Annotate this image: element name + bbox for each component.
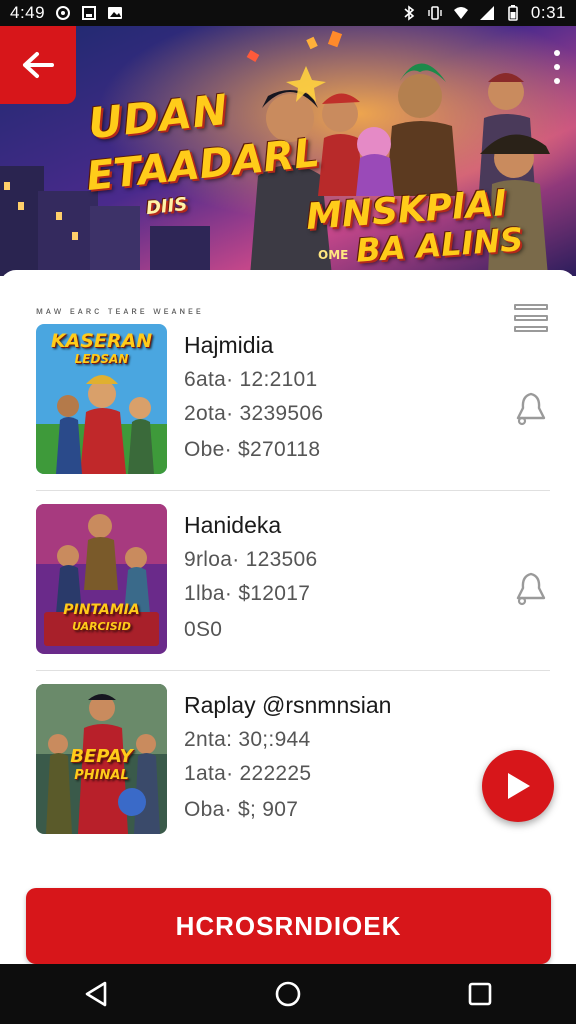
thumbnail-title-bottom: LEDSAN	[74, 352, 129, 366]
image-icon	[108, 7, 123, 19]
list-item[interactable]: PINTAMIA UARCISID Hanideka 9rloa· 123506…	[36, 504, 550, 684]
settings-icon	[56, 6, 71, 20]
battery-icon	[508, 5, 518, 21]
screen: 4:49 0:31 UDAN ETAADARL DIIS MNSKPIAI BA…	[0, 0, 576, 1024]
status-time: 4:49	[10, 3, 46, 22]
download-icon	[82, 6, 97, 20]
primary-action-button[interactable]: HCROSRNDIOEK	[26, 888, 551, 964]
content-sheet: ᴍᴀᴡ ᴇᴀʀᴄ ᴛᴇᴀʀᴇ ᴡᴇᴀɴᴇᴇ KASERAN LEDSAN Haj…	[0, 270, 576, 970]
bell-icon[interactable]	[514, 570, 548, 606]
thumbnail-title-top: BEPAY	[70, 746, 133, 767]
thumbnail-title-top: PINTAMIA	[63, 602, 140, 618]
item-stat-1: 2nta: 30;:944	[184, 728, 311, 751]
system-nav-bar	[0, 964, 576, 1024]
status-bar: 4:49 0:31	[0, 0, 576, 26]
item-title: Hanideka	[184, 512, 282, 538]
divider	[36, 670, 550, 671]
bell-icon[interactable]	[514, 390, 548, 426]
nav-home-button[interactable]	[268, 974, 308, 1014]
item-stat-3: 0S0	[184, 618, 223, 641]
thumbnail-title-top: KASERAN	[50, 330, 153, 352]
item-stat-2: 1lba· $12017	[184, 582, 311, 605]
vibrate-icon	[428, 6, 442, 20]
signal-icon	[479, 6, 494, 20]
hero-small-text: OME	[318, 248, 349, 262]
status-left: 4:49	[10, 3, 123, 23]
item-stat-2: 1ata· 222225	[184, 762, 312, 785]
nav-recents-button[interactable]	[460, 974, 500, 1014]
list-item[interactable]: KASERAN LEDSAN Hajmidia 6ata· 12:2101 2o…	[36, 324, 550, 504]
dot-icon	[554, 64, 560, 70]
dot-icon	[554, 50, 560, 56]
wifi-icon	[453, 7, 468, 19]
list-view-bar	[514, 304, 548, 310]
item-stat-3: Oba· $; 907	[184, 798, 299, 821]
game-thumbnail: PINTAMIA UARCISID	[36, 504, 167, 654]
list-view-bar	[514, 315, 548, 321]
game-thumbnail: BEPAY PHINAL	[36, 684, 167, 834]
back-button[interactable]	[0, 26, 76, 104]
item-title: Hajmidia	[184, 332, 274, 358]
item-stat-3: Obe· $270118	[184, 438, 321, 461]
list-item[interactable]: BEPAY PHINAL Raplay @rsnmnsian 2nta: 30;…	[36, 684, 550, 864]
list-header: ᴍᴀᴡ ᴇᴀʀᴄ ᴛᴇᴀʀᴇ ᴡᴇᴀɴᴇᴇ	[36, 306, 204, 317]
square-recents-icon	[468, 982, 492, 1006]
hero-subtitle: DIIS	[145, 193, 189, 220]
thumbnail-title-bottom: UARCISID	[72, 620, 131, 633]
item-title: Raplay @rsnmnsian	[184, 692, 392, 718]
circle-home-icon	[275, 981, 301, 1007]
triangle-back-icon	[85, 981, 107, 1007]
thumbnail-title-bottom: PHINAL	[74, 768, 129, 783]
bluetooth-icon	[404, 5, 415, 21]
game-thumbnail: KASERAN LEDSAN	[36, 324, 167, 474]
hero-banner: UDAN ETAADARL DIIS MNSKPIAI BA ALINS OME	[0, 26, 576, 276]
status-right: 0:31	[401, 3, 566, 23]
nav-back-button[interactable]	[76, 974, 116, 1014]
item-stat-2: 2ota· 3239506	[184, 402, 324, 425]
status-clock: 0:31	[530, 3, 566, 22]
play-icon	[508, 773, 530, 799]
arrow-left-icon	[23, 52, 54, 78]
dot-icon	[554, 78, 560, 84]
divider	[36, 490, 550, 491]
play-button[interactable]	[482, 750, 554, 822]
more-options-button[interactable]	[552, 50, 562, 84]
item-stat-1: 6ata· 12:2101	[184, 368, 318, 391]
item-stat-1: 9rloa· 123506	[184, 548, 318, 571]
